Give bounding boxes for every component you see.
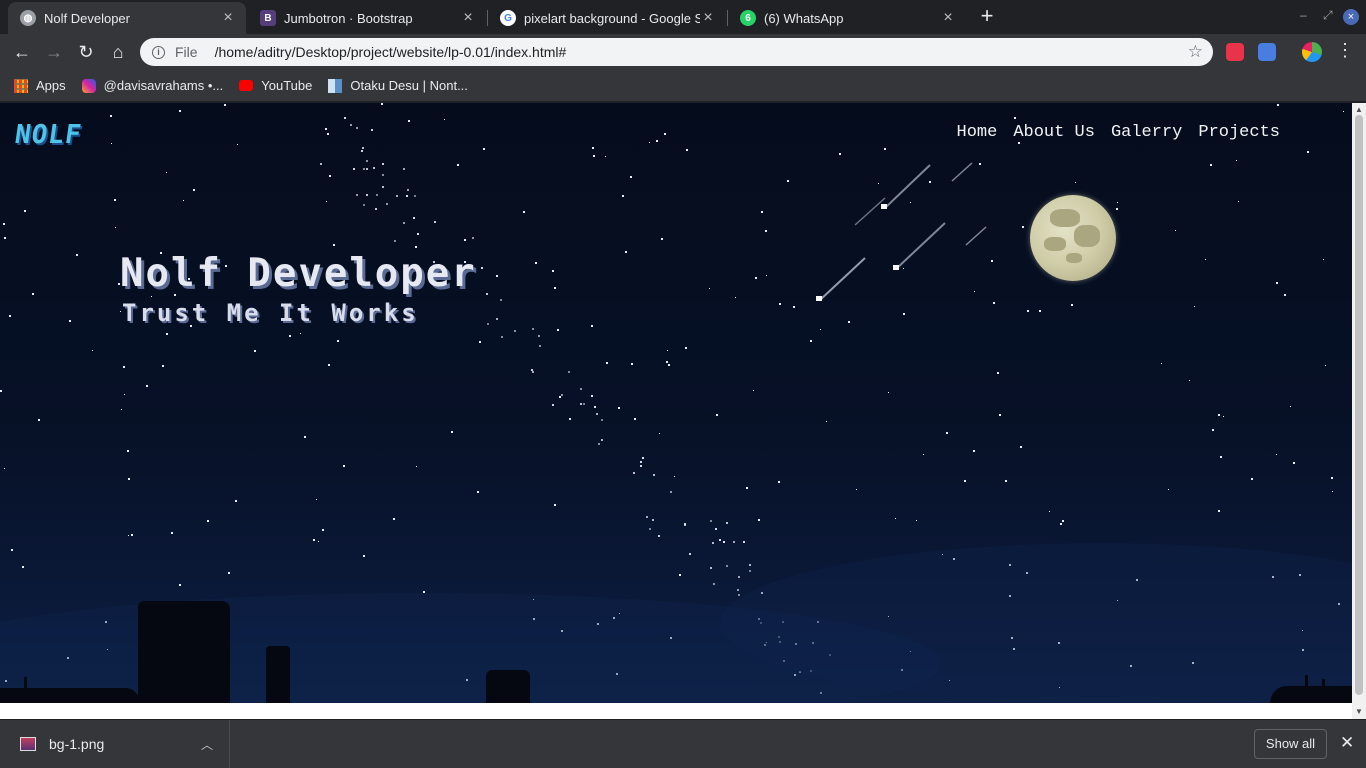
restore-icon[interactable]: ⤢ xyxy=(1323,8,1333,23)
close-icon[interactable]: ✕ xyxy=(1340,733,1354,753)
info-icon[interactable]: i xyxy=(152,45,165,59)
url-scheme: File xyxy=(175,44,198,60)
tab-title: Nolf Developer xyxy=(44,10,130,26)
bookmark-label: Otaku Desu | Nont... xyxy=(350,78,468,93)
back-arrow-icon[interactable]: ← xyxy=(11,41,33,63)
ground-silhouette xyxy=(0,688,140,703)
forward-arrow-icon[interactable]: → xyxy=(43,41,65,63)
bookmark-label: Apps xyxy=(36,78,66,93)
shooting-star-head xyxy=(881,204,887,209)
tab-jumbotron[interactable]: B Jumbotron · Bootstrap × xyxy=(248,2,486,34)
tab-title: (6) WhatsApp xyxy=(764,10,844,26)
browser-toolbar: ← → ↻ ⌂ i File /home/aditry/Desktop/proj… xyxy=(0,34,1366,70)
cactus-silhouette xyxy=(1305,675,1308,687)
nav-galerry[interactable]: Galerry xyxy=(1111,123,1182,142)
close-icon[interactable]: × xyxy=(700,9,716,27)
nav-projects[interactable]: Projects xyxy=(1198,123,1280,142)
show-all-button[interactable]: Show all xyxy=(1254,729,1327,759)
moon-crater xyxy=(1044,237,1066,251)
download-shelf: bg-1.png ︿ Show all ✕ xyxy=(0,719,1366,768)
youtube-icon xyxy=(239,80,254,91)
pocket-extension-icon[interactable] xyxy=(1226,43,1244,61)
tab-strip: ◍ Nolf Developer × B Jumbotron · Bootstr… xyxy=(0,0,1366,34)
menu-dots-icon[interactable]: ⋮ xyxy=(1336,40,1354,61)
scrollbar-thumb[interactable] xyxy=(1355,115,1363,695)
reload-icon[interactable]: ↻ xyxy=(75,41,97,63)
moon-illustration xyxy=(1030,195,1116,281)
site-nav: Home About Us Galerry Projects xyxy=(957,123,1280,142)
address-bar[interactable]: i File /home/aditry/Desktop/project/webs… xyxy=(140,38,1213,66)
shooting-star-head xyxy=(893,265,899,270)
tab-whatsapp[interactable]: 6 (6) WhatsApp × xyxy=(728,2,966,34)
image-file-icon xyxy=(20,737,36,751)
url-text[interactable]: /home/aditry/Desktop/project/website/lp-… xyxy=(215,44,1188,60)
nav-home[interactable]: Home xyxy=(957,123,998,142)
page-bottom-strip xyxy=(0,703,1352,719)
nav-about-us[interactable]: About Us xyxy=(1013,123,1095,142)
profile-avatar[interactable] xyxy=(1302,42,1322,62)
download-filename: bg-1.png xyxy=(49,736,105,752)
window-close-icon[interactable]: × xyxy=(1343,9,1359,25)
scroll-down-icon[interactable]: ▼ xyxy=(1355,707,1363,716)
new-tab-button[interactable]: + xyxy=(976,5,998,28)
tab-title: pixelart background - Google Se xyxy=(524,10,700,26)
tab-google-search[interactable]: G pixelart background - Google Se × xyxy=(488,2,726,34)
scroll-up-icon[interactable]: ▲ xyxy=(1355,105,1363,114)
rock-silhouette xyxy=(266,646,290,703)
page-scrollbar[interactable]: ▲ ▼ xyxy=(1352,103,1366,719)
apps-grid-icon xyxy=(14,78,28,93)
bookmark-instagram[interactable]: @davisavrahams •... xyxy=(81,78,224,93)
download-item[interactable]: bg-1.png ︿ xyxy=(0,720,230,768)
instagram-icon xyxy=(81,78,96,93)
bookmark-star-icon[interactable]: ☆ xyxy=(1188,42,1203,62)
shooting-star xyxy=(854,197,886,226)
chevron-up-icon[interactable]: ︿ xyxy=(201,736,213,753)
bookmark-youtube[interactable]: YouTube xyxy=(239,78,312,93)
rock-silhouette xyxy=(486,670,530,703)
home-icon[interactable]: ⌂ xyxy=(107,41,129,63)
shooting-star xyxy=(965,226,987,246)
moon-crater xyxy=(1074,225,1100,247)
whatsapp-icon: 6 xyxy=(740,10,756,26)
shooting-star xyxy=(819,257,866,301)
hero-subtitle: Trust Me It Works xyxy=(122,299,419,327)
bookmark-otakudesu[interactable]: Otaku Desu | Nont... xyxy=(328,78,468,93)
hero-title: Nolf Developer xyxy=(120,251,477,296)
shooting-star-head xyxy=(816,296,822,301)
ground-silhouette xyxy=(1270,686,1352,703)
page-viewport: NOLF Home About Us Galerry Projects Nolf… xyxy=(0,103,1352,719)
tab-nolf-developer[interactable]: ◍ Nolf Developer × xyxy=(8,2,246,34)
globe-icon: ◍ xyxy=(20,10,36,26)
otakudesu-icon xyxy=(328,78,343,93)
google-icon: G xyxy=(500,10,516,26)
moon-crater xyxy=(1050,209,1080,227)
bookmark-label: YouTube xyxy=(261,78,313,93)
bookmarks-bar: Apps @davisavrahams •... YouTube Otaku D… xyxy=(0,70,1366,102)
shooting-star xyxy=(884,164,931,209)
bookmark-apps[interactable]: Apps xyxy=(14,78,66,93)
close-icon[interactable]: × xyxy=(940,9,956,27)
night-sky-background: NOLF Home About Us Galerry Projects Nolf… xyxy=(0,103,1352,703)
site-logo[interactable]: NOLF xyxy=(13,120,84,150)
translate-extension-icon[interactable] xyxy=(1258,43,1276,61)
bookmark-label: @davisavrahams •... xyxy=(103,78,224,93)
moon-crater xyxy=(1066,253,1082,263)
cactus-silhouette xyxy=(1322,679,1325,689)
shooting-star xyxy=(895,222,946,270)
shooting-star xyxy=(951,162,973,182)
tab-title: Jumbotron · Bootstrap xyxy=(284,10,413,26)
bootstrap-icon: B xyxy=(260,10,276,26)
cactus-silhouette xyxy=(24,677,27,689)
close-icon[interactable]: × xyxy=(460,9,476,27)
minimize-icon[interactable]: – xyxy=(1300,8,1307,22)
mesa-silhouette xyxy=(138,601,230,703)
close-icon[interactable]: × xyxy=(220,9,236,27)
